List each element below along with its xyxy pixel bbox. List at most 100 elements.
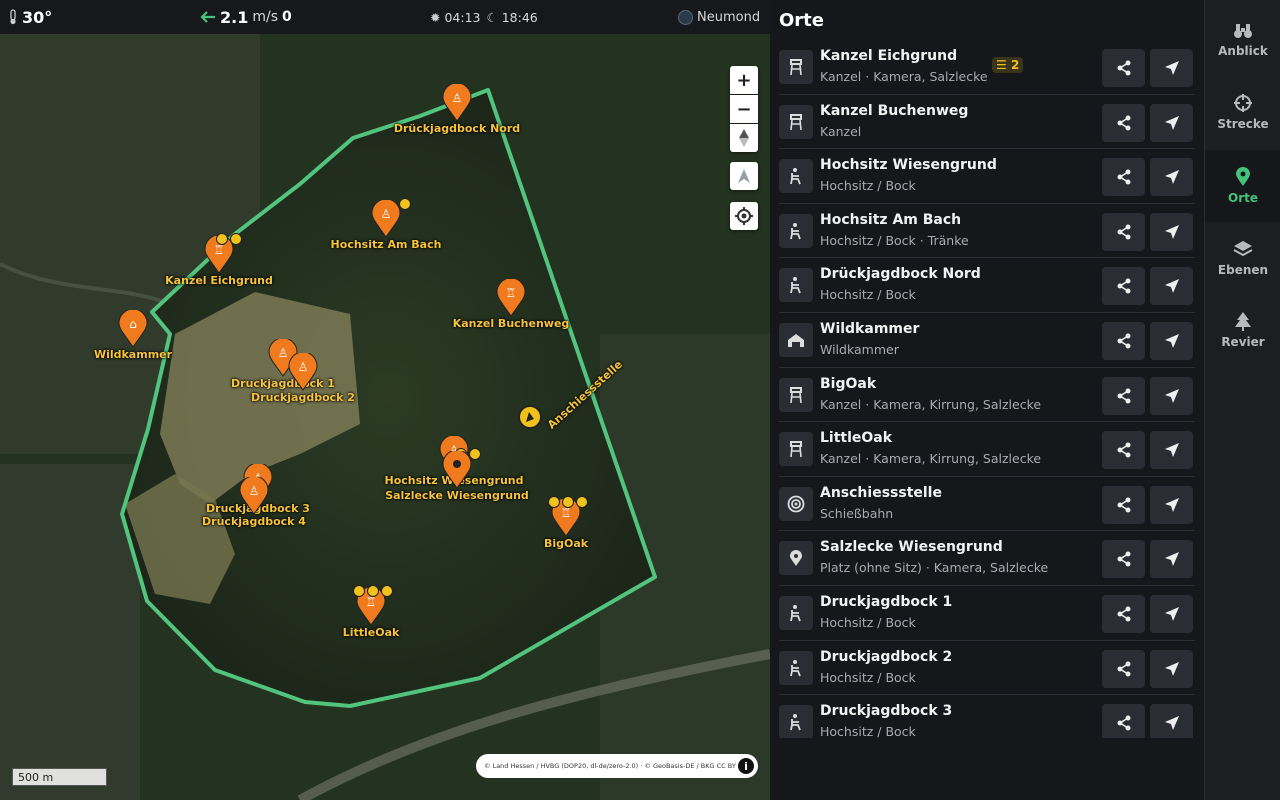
nav-anblick[interactable]: Anblick <box>1205 4 1280 76</box>
navigate-button[interactable] <box>1150 540 1193 579</box>
map-pin-wildkammer[interactable]: ⌂ <box>118 310 148 348</box>
list-item[interactable]: Salzlecke Wiesengrund Platz (ohne Sitz) ·… <box>779 531 1195 586</box>
list-item[interactable]: Anschiessstelle Schießbahn <box>779 477 1195 532</box>
list-item[interactable]: Druckjagdbock 1 Hochsitz / Bock <box>779 586 1195 641</box>
moon-icon: ☾ <box>486 9 498 25</box>
places-list[interactable]: Kanzel Eichgrund Kanzel · Kamera, Salzlec… <box>779 40 1195 738</box>
nav-label: Strecke <box>1217 117 1269 131</box>
nav-label: Anblick <box>1218 44 1268 58</box>
share-button[interactable] <box>1102 649 1145 688</box>
wind-arrow-icon <box>200 11 215 23</box>
seat-icon <box>779 159 813 194</box>
share-button[interactable] <box>1102 212 1145 251</box>
share-button[interactable] <box>1102 540 1145 579</box>
map-pin-drueckjagdbock-nord[interactable]: ♙ <box>442 84 472 122</box>
salt-lick-icon <box>576 496 588 508</box>
map-pin-druckjagdbock-4[interactable]: ♙ <box>239 477 269 515</box>
place-name: Hochsitz Am Bach <box>820 211 962 228</box>
map-pin-hochsitz-am-bach[interactable]: ♙ <box>371 200 401 238</box>
share-button[interactable] <box>1102 431 1145 470</box>
navigate-button[interactable] <box>1150 594 1193 633</box>
wind-level: 0 <box>282 9 292 25</box>
thermometer-icon <box>10 9 16 25</box>
place-name: Druckjagdbock 3 <box>820 703 953 720</box>
compass-button[interactable] <box>730 124 758 152</box>
seat-icon <box>779 268 813 303</box>
map-label: Drückjagdbock Nord <box>393 122 521 135</box>
navigation-arrow-icon <box>1164 279 1179 294</box>
navigate-button[interactable] <box>1150 649 1193 688</box>
info-button[interactable]: i <box>738 758 754 774</box>
list-item[interactable]: Kanzel Eichgrund Kanzel · Kamera, Salzlec… <box>779 40 1195 95</box>
svg-text:♖: ♖ <box>214 243 225 257</box>
share-button[interactable] <box>1102 267 1145 306</box>
share-icon <box>1117 333 1130 349</box>
moon-phase-label: Neumond <box>697 9 761 25</box>
svg-text:♖: ♖ <box>561 506 572 520</box>
places-panel: Orte Kanzel Eichgrund Kanzel · Kamera, Sa… <box>770 0 1204 800</box>
list-item[interactable]: Wildkammer Wildkammer <box>779 313 1195 368</box>
zoom-in-button[interactable]: + <box>730 66 758 94</box>
satellite-map <box>0 34 770 800</box>
share-button[interactable] <box>1102 158 1145 197</box>
list-item[interactable]: BigOak Kanzel · Kamera, Kirrung, Salzleck… <box>779 368 1195 423</box>
list-item[interactable]: Druckjagdbock 3 Hochsitz / Bock <box>779 695 1195 738</box>
navigation-arrow-icon <box>1164 388 1179 403</box>
svg-text:⌂: ⌂ <box>129 317 137 331</box>
nav-orte[interactable]: Orte <box>1205 150 1280 222</box>
share-icon <box>1117 497 1130 513</box>
share-button[interactable] <box>1102 49 1145 87</box>
nav-label: Orte <box>1228 191 1258 205</box>
navigate-button[interactable] <box>1150 321 1193 360</box>
zoom-out-button[interactable]: − <box>730 95 758 123</box>
place-name: Druckjagdbock 1 <box>820 593 953 610</box>
navigate-button[interactable] <box>1150 704 1193 738</box>
nav-revier[interactable]: Revier <box>1205 294 1280 366</box>
place-name: Salzlecke Wiesengrund <box>820 539 1003 556</box>
navigate-button[interactable] <box>1150 485 1193 524</box>
list-item[interactable]: Drückjagdbock Nord Hochsitz / Bock <box>779 258 1195 313</box>
navigate-button[interactable] <box>1150 212 1193 251</box>
place-type: Hochsitz / Bock <box>820 669 916 685</box>
navigate-button[interactable] <box>1150 431 1193 470</box>
navigate-button[interactable] <box>1150 376 1193 415</box>
seat-icon <box>779 213 813 248</box>
navigate-button[interactable] <box>1150 49 1193 87</box>
navigate-button[interactable] <box>1150 158 1193 197</box>
map-pin-druckjagdbock-2[interactable]: ♙ <box>288 353 318 391</box>
svg-text:♖: ♖ <box>506 286 517 300</box>
list-item[interactable]: Hochsitz Am Bach Hochsitz / Bock · Tränke <box>779 204 1195 259</box>
place-type: Kanzel · Kamera, Kirrung, Salzlecke <box>820 396 1042 412</box>
nav-ebenen[interactable]: Ebenen <box>1205 222 1280 294</box>
layers-icon <box>1233 241 1253 257</box>
place-name: BigOak <box>820 375 877 392</box>
share-button[interactable] <box>1102 704 1145 738</box>
list-item[interactable]: LittleOak Kanzel · Kamera, Kirrung, Salzl… <box>779 422 1195 477</box>
list-item[interactable]: Hochsitz Wiesengrund Hochsitz / Bock <box>779 149 1195 204</box>
share-button[interactable] <box>1102 594 1145 633</box>
place-name: Hochsitz Wiesengrund <box>820 157 997 174</box>
list-item[interactable]: Druckjagdbock 2 Hochsitz / Bock <box>779 641 1195 696</box>
navigation-arrow-icon <box>1164 224 1179 239</box>
map-view[interactable]: ♙ Drückjagdbock Nord ♙ Hochsitz Am Bach … <box>0 34 770 800</box>
share-button[interactable] <box>1102 376 1145 415</box>
map-pin-salzlecke-wiesengrund[interactable] <box>442 451 472 489</box>
navigate-button[interactable] <box>1150 103 1193 142</box>
share-button[interactable] <box>1102 103 1145 142</box>
salt-lick-icon <box>230 233 242 245</box>
map-pin-anschiessstelle[interactable] <box>517 404 543 430</box>
map-pin-kanzel-buchenweg[interactable]: ♖ <box>496 279 526 317</box>
north-up-button[interactable] <box>730 162 758 190</box>
locate-me-button[interactable] <box>730 202 758 230</box>
salt-lick-icon <box>381 585 393 597</box>
feeding-icon <box>562 496 574 508</box>
share-button[interactable] <box>1102 485 1145 524</box>
nav-strecke[interactable]: Strecke <box>1205 76 1280 148</box>
navigate-button[interactable] <box>1150 267 1193 306</box>
list-item[interactable]: Kanzel Buchenweg Kanzel <box>779 95 1195 150</box>
tree-icon <box>1235 312 1251 331</box>
share-icon <box>1117 715 1130 731</box>
share-button[interactable] <box>1102 321 1145 360</box>
navigation-arrow-icon <box>738 169 750 183</box>
nav-label: Ebenen <box>1217 263 1269 277</box>
